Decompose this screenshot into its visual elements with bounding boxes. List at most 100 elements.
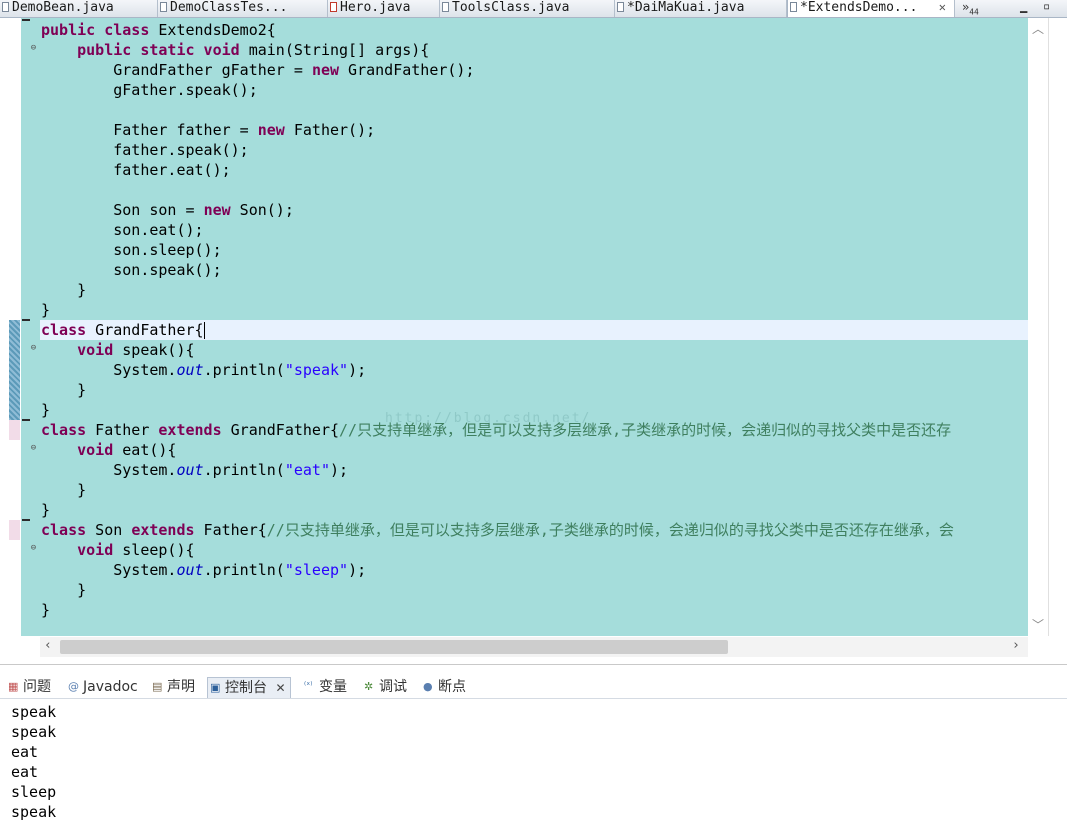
tab-console[interactable]: ▣ 控制台 ✕ [207,677,291,698]
fold-collapse-icon[interactable]: ⊖ [30,44,37,53]
code-token: GrandFather{ [221,421,340,439]
scroll-up-icon[interactable]: ︿ [1032,20,1044,37]
console-line: speak [11,723,57,741]
minimize-icon[interactable]: ▁ [1020,0,1027,12]
overview-ruler [1048,18,1067,636]
code-token: .println( [203,361,285,379]
tabs-overflow-button[interactable]: »44 [962,0,979,19]
tab-hero[interactable]: Hero.java [328,0,440,17]
tab-label: *ExtendsDemo... [800,0,918,15]
scroll-left-icon[interactable]: ‹ [44,638,52,653]
code-token: .println( [203,561,285,579]
code-token: } [41,281,87,299]
code-token: void [77,441,114,459]
code-token: void [77,341,114,359]
java-file-icon [442,2,449,12]
tab-daimakuai[interactable]: *DaiMaKuai.java [615,0,787,17]
change-marker [9,420,20,440]
code-line: System.out.println("eat"); [41,460,348,480]
tab-javadoc[interactable]: @ Javadoc [66,677,138,697]
code-line: son.eat(); [41,220,204,240]
line-marker [22,319,30,321]
code-line: gFather.speak(); [41,80,258,100]
maximize-icon[interactable]: ▫ [1043,0,1050,12]
code-token: Son [86,521,132,539]
tab-demobean[interactable]: DemoBean.java [0,0,158,17]
line-marker [22,19,30,21]
line-marker [22,519,30,521]
folding-ruler: ⊖ ⊖ ⊖ ⊖ [21,18,41,636]
tab-debug[interactable]: ✲ 调试 [362,677,407,697]
code-line: Son son = new Son(); [41,200,294,220]
tab-extendsdemo[interactable]: *ExtendsDemo... ✕ [787,0,955,17]
fold-collapse-icon[interactable]: ⊖ [30,344,37,353]
code-line: } [41,480,86,500]
tab-label: DemoClassTes... [170,0,288,15]
horizontal-scroll-thumb[interactable] [60,640,728,654]
java-warning-file-icon [617,2,624,12]
code-token: GrandFather{ [86,321,204,339]
code-line: public static void main(String[] args){ [41,40,429,60]
tab-democlasstest[interactable]: DemoClassTes... [158,0,328,17]
code-token: new [257,121,285,139]
code-token: Son son = [41,201,204,219]
code-token: class [41,521,87,539]
view-tab-label: 声明 [167,679,195,695]
tab-problems[interactable]: ▦ 问题 [6,677,51,697]
tab-label: *DaiMaKuai.java [627,0,745,15]
code-token: extends [131,521,195,539]
java-error-file-icon [330,2,337,12]
console-output[interactable]: speak speak eat eat sleep speak [0,699,1067,821]
tab-declaration[interactable]: ▤ 声明 [150,677,195,697]
change-marker [9,520,20,540]
code-line: son.speak(); [41,260,221,280]
java-file-icon [790,2,797,12]
tab-variables[interactable]: ⁽ˣ⁾ 变量 [302,677,347,697]
close-icon[interactable]: ✕ [275,681,285,695]
vertical-scrollbar[interactable]: ︿ ﹀ [1028,18,1048,636]
view-tab-label: 控制台 [225,680,267,696]
code-token: System. [41,561,177,579]
code-line: GrandFather gFather = new GrandFather(); [41,60,475,80]
scroll-down-icon[interactable]: ﹀ [1032,616,1044,633]
horizontal-scrollbar[interactable]: ‹ › [40,637,1028,657]
code-token: //只支持单继承，但是可以支持多层继承,子类继承的时候，会递归似的寻找父类中是否… [266,521,954,539]
quick-diff-marker [9,320,20,420]
code-line: father.eat(); [41,160,230,180]
code-token: son.eat(); [41,221,204,239]
code-line: } [41,400,50,420]
code-line: System.out.println("sleep"); [41,560,366,580]
code-token: Son(); [230,201,294,219]
tab-toolsclass[interactable]: ToolsClass.java [440,0,615,17]
code-token: } [41,581,87,599]
fold-collapse-icon[interactable]: ⊖ [30,444,37,453]
code-token: GrandFather(); [339,61,475,79]
scroll-right-icon[interactable]: › [1012,638,1020,653]
code-token: father.speak(); [41,141,249,159]
code-token: Father(); [284,121,376,139]
tab-label: DemoBean.java [12,0,114,15]
view-tab-label: 问题 [23,679,51,695]
javadoc-icon: @ [68,680,79,693]
declaration-icon: ▤ [152,680,163,693]
java-file-icon [160,2,167,12]
bottom-view-tabs: ▦ 问题 @ Javadoc ▤ 声明 ▣ 控制台 ✕ ⁽ˣ⁾ 变量 ✲ 调试 … [0,675,1067,699]
code-token: } [41,301,51,319]
marker-gutter [0,18,21,636]
code-token: "eat" [284,461,330,479]
code-token: out [176,361,204,379]
code-token: new [203,201,231,219]
close-icon[interactable]: ✕ [939,0,946,15]
code-token: GrandFather gFather = [41,61,312,79]
code-token: ); [330,461,349,479]
code-editor[interactable]: http://blog.csdn.net/ public class Exten… [40,18,1028,636]
tab-breakpoints[interactable]: ● 断点 [421,677,466,697]
code-line: } [41,380,86,400]
breakpoints-icon: ● [423,680,433,693]
view-tab-label: 调试 [379,679,407,695]
fold-collapse-icon[interactable]: ⊖ [30,544,37,553]
code-token: public static void [77,41,240,59]
debug-icon: ✲ [364,680,374,693]
code-token: "speak" [284,361,349,379]
